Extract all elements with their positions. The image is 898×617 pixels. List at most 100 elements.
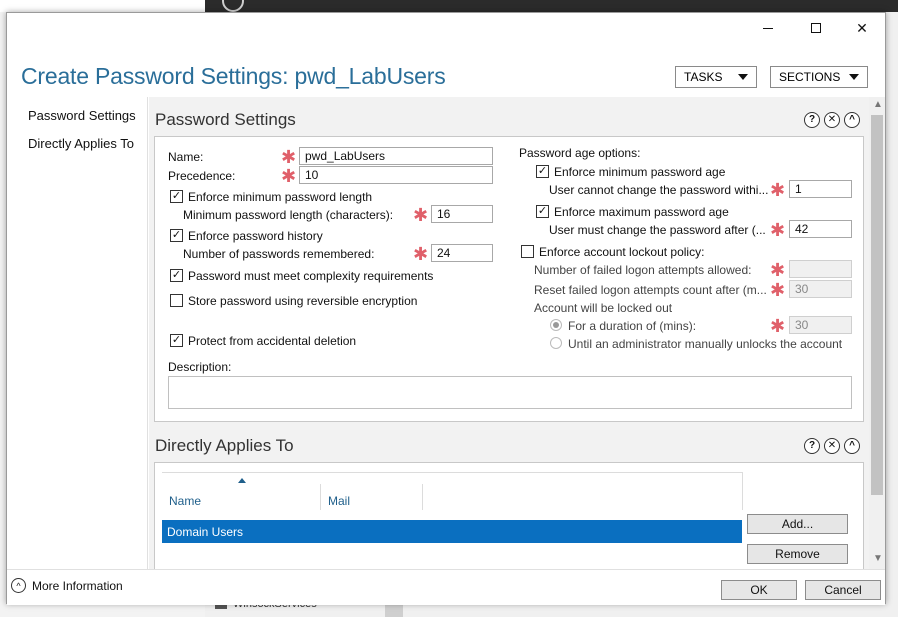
protect-deletion-checkbox[interactable]: ✓ bbox=[170, 334, 183, 347]
until-admin-label: Until an administrator manually unlocks … bbox=[568, 337, 843, 351]
section-nav: Password Settings Directly Applies To bbox=[7, 97, 147, 567]
password-settings-panel: Name: ✱ pwd_LabUsers Precedence: ✱ 10 ✓ … bbox=[154, 136, 864, 422]
column-header-mail[interactable]: Mail bbox=[328, 494, 350, 508]
reversible-encryption-label: Store password using reversible encrypti… bbox=[188, 294, 418, 308]
history-label: Number of passwords remembered: bbox=[183, 247, 375, 261]
enforce-min-age-checkbox[interactable]: ✓ bbox=[536, 165, 549, 178]
name-input[interactable]: pwd_LabUsers bbox=[299, 147, 493, 165]
maximize-button[interactable] bbox=[793, 13, 839, 43]
precedence-label: Precedence: bbox=[168, 169, 236, 183]
required-asterisk: ✱ bbox=[770, 316, 786, 336]
dialog-title: Create Password Settings: pwd_LabUsers bbox=[21, 63, 446, 89]
min-length-label: Minimum password length (characters): bbox=[183, 208, 394, 222]
required-asterisk: ✱ bbox=[281, 166, 297, 186]
close-section-icon[interactable]: ✕ bbox=[824, 438, 840, 454]
reset-count-input[interactable]: 30 bbox=[789, 280, 852, 298]
scroll-down-icon[interactable]: ▼ bbox=[873, 553, 883, 564]
duration-label: For a duration of (mins): bbox=[568, 319, 697, 333]
lockout-policy-checkbox[interactable] bbox=[521, 245, 534, 258]
sort-ascending-icon bbox=[238, 478, 246, 483]
ok-button[interactable]: OK bbox=[721, 580, 797, 600]
background-app-header bbox=[205, 0, 898, 12]
close-section-icon[interactable]: ✕ bbox=[824, 112, 840, 128]
close-icon: ✕ bbox=[856, 19, 868, 36]
nav-item-password-settings[interactable]: Password Settings bbox=[28, 108, 136, 123]
min-age-input[interactable]: 1 bbox=[789, 180, 852, 198]
background-scroll-segment bbox=[385, 603, 403, 617]
locked-out-label: Account will be locked out bbox=[534, 301, 673, 315]
column-divider bbox=[742, 472, 743, 510]
content-area: Password Settings ? ✕ ^ Name: ✱ pwd_LabU… bbox=[149, 97, 869, 569]
complexity-checkbox[interactable]: ✓ bbox=[170, 269, 183, 282]
column-divider bbox=[320, 484, 321, 510]
chevron-down-icon bbox=[738, 74, 748, 80]
column-divider bbox=[422, 484, 423, 510]
max-age-label: User must change the password after (... bbox=[549, 223, 766, 237]
min-length-input[interactable]: 16 bbox=[431, 205, 493, 223]
collapse-icon[interactable]: ^ bbox=[844, 438, 860, 454]
close-window-button[interactable]: ✕ bbox=[839, 13, 885, 43]
table-row[interactable]: Domain Users bbox=[162, 520, 742, 543]
add-button[interactable]: Add... bbox=[747, 514, 848, 534]
chevron-up-icon: ^ bbox=[11, 578, 26, 593]
required-asterisk: ✱ bbox=[281, 147, 297, 167]
description-label: Description: bbox=[168, 360, 232, 374]
scroll-up-icon[interactable]: ▲ bbox=[873, 99, 883, 110]
applies-to-heading: Directly Applies To bbox=[155, 436, 294, 455]
minimize-button[interactable] bbox=[745, 13, 791, 43]
collapse-icon[interactable]: ^ bbox=[844, 112, 860, 128]
help-icon[interactable]: ? bbox=[804, 438, 820, 454]
password-settings-heading: Password Settings bbox=[155, 110, 296, 129]
background-app-right-edge bbox=[886, 12, 898, 617]
nav-item-directly-applies-to[interactable]: Directly Applies To bbox=[28, 136, 134, 151]
more-information-label: More Information bbox=[32, 578, 123, 593]
enforce-history-checkbox[interactable]: ✓ bbox=[170, 229, 183, 242]
duration-input[interactable]: 30 bbox=[789, 316, 852, 334]
history-input[interactable]: 24 bbox=[431, 244, 493, 262]
required-asterisk: ✱ bbox=[413, 244, 429, 264]
required-asterisk: ✱ bbox=[413, 205, 429, 225]
required-asterisk: ✱ bbox=[770, 180, 786, 200]
enforce-min-age-label: Enforce minimum password age bbox=[554, 165, 726, 179]
content-scrollbar[interactable]: ▲ ▼ bbox=[869, 97, 885, 569]
scrollbar-thumb[interactable] bbox=[871, 115, 883, 495]
dialog-footer: ^ More Information OK Cancel bbox=[7, 569, 885, 605]
enforce-min-length-label: Enforce minimum password length bbox=[188, 190, 373, 204]
radio-selected-dot bbox=[553, 322, 559, 328]
protect-deletion-label: Protect from accidental deletion bbox=[188, 334, 357, 348]
enforce-max-age-checkbox[interactable]: ✓ bbox=[536, 205, 549, 218]
required-asterisk: ✱ bbox=[770, 260, 786, 280]
enforce-min-length-checkbox[interactable]: ✓ bbox=[170, 190, 183, 203]
applies-to-panel: Name Mail Domain Users Add... Remove bbox=[154, 462, 864, 569]
applies-to-section-icons: ? ✕ ^ bbox=[804, 438, 860, 454]
name-label: Name: bbox=[168, 150, 204, 164]
minimize-icon bbox=[763, 27, 773, 29]
description-textarea[interactable] bbox=[168, 376, 852, 409]
remove-button[interactable]: Remove bbox=[747, 544, 848, 564]
reversible-encryption-checkbox[interactable] bbox=[170, 294, 183, 307]
nav-divider bbox=[147, 97, 148, 569]
chevron-down-icon bbox=[849, 74, 859, 80]
tasks-dropdown[interactable]: TASKS bbox=[675, 66, 757, 88]
cancel-button[interactable]: Cancel bbox=[805, 580, 881, 600]
more-information-toggle[interactable]: ^ More Information bbox=[11, 578, 123, 593]
until-admin-radio[interactable] bbox=[550, 337, 562, 349]
password-settings-section-icons: ? ✕ ^ bbox=[804, 112, 860, 128]
sections-dropdown[interactable]: SECTIONS bbox=[770, 66, 868, 88]
duration-radio[interactable] bbox=[550, 319, 562, 331]
row-name-cell: Domain Users bbox=[167, 525, 244, 539]
title-bar: ✕ bbox=[7, 13, 885, 45]
column-header-name[interactable]: Name bbox=[169, 494, 201, 508]
failed-attempts-input[interactable] bbox=[789, 260, 852, 278]
max-age-input[interactable]: 42 bbox=[789, 220, 852, 238]
enforce-history-label: Enforce password history bbox=[188, 229, 323, 243]
required-asterisk: ✱ bbox=[770, 220, 786, 240]
lockout-policy-label: Enforce account lockout policy: bbox=[539, 245, 705, 259]
maximize-icon bbox=[811, 23, 821, 33]
required-asterisk: ✱ bbox=[770, 280, 786, 300]
complexity-label: Password must meet complexity requiremen… bbox=[188, 269, 434, 283]
failed-attempts-label: Number of failed logon attempts allowed: bbox=[534, 263, 752, 277]
precedence-input[interactable]: 10 bbox=[299, 166, 493, 184]
help-icon[interactable]: ? bbox=[804, 112, 820, 128]
enforce-max-age-label: Enforce maximum password age bbox=[554, 205, 729, 219]
